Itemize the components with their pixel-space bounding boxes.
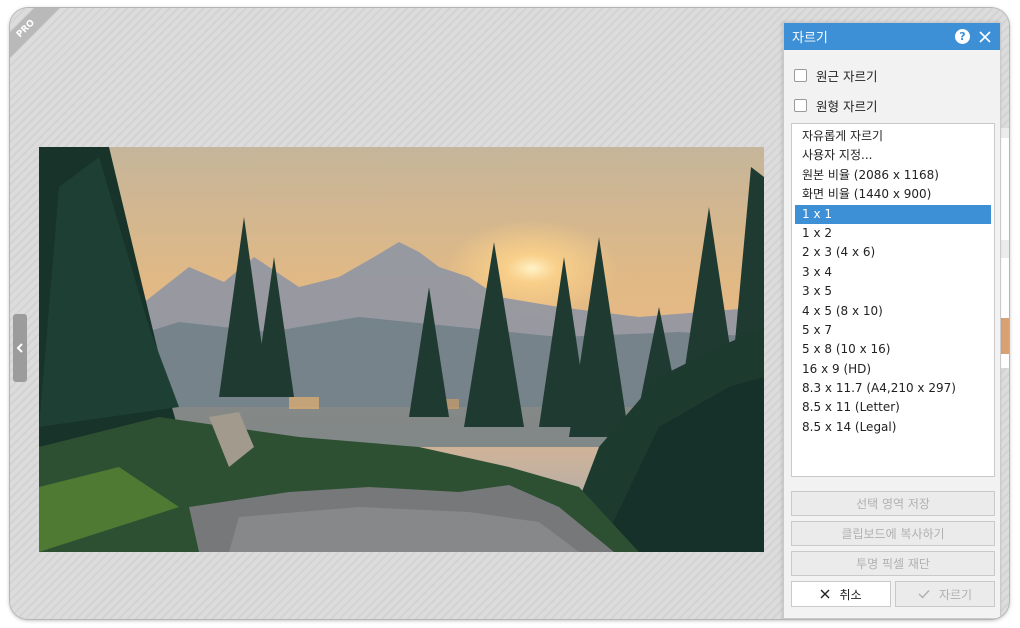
ratio-item[interactable]: 화면 비율 (1440 x 900)	[795, 185, 991, 204]
circle-crop-option[interactable]: 원형 자르기	[784, 90, 1000, 120]
ratio-item[interactable]: 16 x 9 (HD)	[795, 360, 991, 379]
canvas-image[interactable]	[39, 147, 764, 552]
ratio-item[interactable]: 5 x 8 (10 x 16)	[795, 340, 991, 359]
copy-to-clipboard-button[interactable]: 클립보드에 복사하기	[791, 521, 995, 546]
perspective-crop-checkbox[interactable]	[794, 68, 807, 82]
ratio-item[interactable]: 8.5 x 11 (Letter)	[795, 398, 991, 417]
panel-title: 자르기	[792, 31, 828, 46]
chevron-left-icon	[16, 343, 23, 353]
perspective-crop-option[interactable]: 원근 자르기	[784, 60, 1000, 90]
checkmark-icon	[918, 590, 930, 599]
save-selection-button[interactable]: 선택 영역 저장	[791, 491, 995, 516]
collapse-sidebar-handle[interactable]	[13, 314, 27, 382]
ratio-item[interactable]: 사용자 지정...	[795, 146, 991, 165]
crop-panel: 자르기 ? 원근 자르기 원형 자르기 자유롭게 자르기 사용자 지정... 원…	[783, 22, 1001, 619]
perspective-crop-label: 원근 자르기	[816, 68, 878, 84]
ratio-item[interactable]: 1 x 2	[795, 224, 991, 243]
aspect-ratio-list[interactable]: 자유롭게 자르기 사용자 지정... 원본 비율 (2086 x 1168) 화…	[791, 123, 995, 477]
ratio-item[interactable]: 원본 비율 (2086 x 1168)	[795, 166, 991, 185]
crop-button[interactable]: 자르기	[895, 581, 995, 607]
ratio-item[interactable]: 8.3 x 11.7 (A4,210 x 297)	[795, 379, 991, 398]
circle-crop-label: 원형 자르기	[816, 98, 878, 114]
crop-panel-header: 자르기 ?	[784, 23, 1000, 50]
ratio-item[interactable]: 3 x 4	[795, 263, 991, 282]
ratio-item-selected[interactable]: 1 x 1	[795, 204, 991, 224]
pro-badge: PRO	[10, 8, 61, 64]
circle-crop-checkbox[interactable]	[794, 98, 807, 112]
hidden-panel-edge	[1000, 128, 1009, 368]
cancel-button[interactable]: 취소	[791, 581, 891, 607]
trim-transparent-button[interactable]: 투명 픽셀 재단	[791, 551, 995, 576]
ratio-item[interactable]: 2 x 3 (4 x 6)	[795, 243, 991, 262]
cancel-label: 취소	[839, 587, 862, 602]
ratio-item[interactable]: 3 x 5	[795, 282, 991, 301]
editor-window: PRO 자르기 ? 원근 자르기 원형 자르기 자유롭게 자르기 사용자 지정.…	[10, 8, 1009, 619]
crop-label: 자르기	[938, 587, 973, 602]
ratio-item[interactable]: 5 x 7	[795, 321, 991, 340]
x-icon	[820, 589, 830, 599]
ratio-item[interactable]: 4 x 5 (8 x 10)	[795, 302, 991, 321]
help-icon[interactable]: ?	[955, 29, 970, 44]
ratio-item[interactable]: 자유롭게 자르기	[795, 127, 991, 146]
ratio-item[interactable]: 8.5 x 14 (Legal)	[795, 418, 991, 437]
close-icon[interactable]	[978, 30, 992, 44]
